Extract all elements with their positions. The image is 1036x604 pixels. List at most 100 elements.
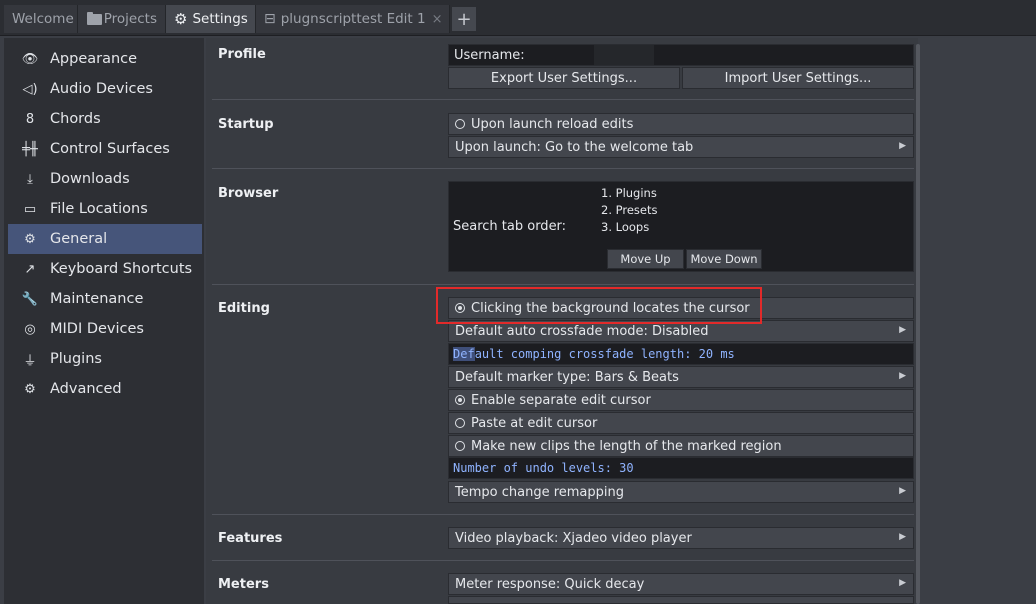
download-icon: ⤓ [27, 171, 33, 187]
sidebar-item-label: Downloads [50, 171, 130, 187]
move-up-button[interactable]: Move Up [607, 249, 684, 269]
launch-welcome-dropdown[interactable]: Upon launch: Go to the welcome tab ▶ [448, 136, 914, 158]
sidebar-item-label: Audio Devices [50, 81, 153, 97]
reload-edits-option[interactable]: Upon launch reload edits [448, 113, 914, 135]
gear-icon: ⚙ [174, 10, 188, 28]
section-label-startup: Startup [218, 117, 274, 132]
midi-icon: ◎ [24, 321, 36, 337]
marker-type-dropdown[interactable]: Default marker type: Bars & Beats ▶ [448, 366, 914, 388]
field-text: ault comping crossfade length: 20 ms [474, 347, 735, 361]
sidebar-item-label: Control Surfaces [50, 141, 170, 157]
divider [212, 514, 914, 515]
wrench-icon: 🔧 [21, 291, 39, 307]
sidebar-item-downloads[interactable]: ⤓ Downloads [8, 164, 202, 194]
sidebar-item-label: MIDI Devices [50, 321, 144, 337]
gear-icon: ⚙ [24, 231, 36, 247]
export-user-settings-button[interactable]: Export User Settings... [448, 67, 680, 89]
undo-levels-field[interactable]: Number of undo levels: 30 [448, 457, 914, 479]
chevron-right-icon: ▶ [899, 325, 906, 335]
option-label: Upon launch reload edits [471, 116, 634, 132]
sidebar-item-label: Chords [50, 111, 101, 127]
order-item[interactable]: 1. Plugins [601, 186, 657, 200]
tab-label: Settings [192, 11, 248, 27]
search-tab-order-label: Search tab order: [453, 219, 567, 234]
tempo-change-remapping-dropdown[interactable]: Tempo change remapping ▶ [448, 481, 914, 503]
option-label: Make new clips the length of the marked … [471, 438, 782, 454]
highlight-box [436, 287, 762, 324]
chevron-right-icon: ▶ [899, 578, 906, 588]
field-text: Number of undo levels: 30 [453, 461, 634, 475]
chevron-right-icon: ▶ [899, 141, 906, 151]
plug-icon: ⏚ [23, 353, 37, 369]
sidebar-item-label: Appearance [50, 51, 138, 67]
tab-welcome[interactable]: Welcome [4, 5, 78, 33]
divider [212, 284, 914, 285]
sidebar-item-label: General [50, 231, 108, 247]
divider [212, 560, 914, 561]
radio-on-icon [455, 395, 465, 405]
gear-icon: ⚙ [24, 381, 36, 397]
tab-edit[interactable]: ⊟ plugnscripttest Edit 1 × [256, 5, 450, 33]
sidebar-item-label: Advanced [50, 381, 122, 397]
sidebar-item-audio-devices[interactable]: ◁) Audio Devices [8, 74, 202, 104]
section-label-editing: Editing [218, 301, 270, 316]
option-label: Video playback: Xjadeo video player [455, 530, 692, 546]
tab-projects[interactable]: Projects [78, 5, 166, 33]
speaker-icon: ◁) [22, 81, 38, 97]
sidebar-item-keyboard-shortcuts[interactable]: ↗ Keyboard Shortcuts [8, 254, 202, 284]
tab-label: Projects [103, 11, 157, 27]
radio-off-icon [455, 119, 465, 129]
meter-response-dropdown[interactable]: Meter response: Quick decay ▶ [448, 573, 914, 595]
sidebar-item-maintenance[interactable]: 🔧 Maintenance [8, 284, 202, 314]
separate-edit-cursor-option[interactable]: Enable separate edit cursor [448, 389, 914, 411]
option-label: Upon launch: Go to the welcome tab [455, 139, 694, 155]
import-user-settings-button[interactable]: Import User Settings... [682, 67, 914, 89]
option-label: Enable separate edit cursor [471, 392, 651, 408]
folder-outline-icon: ▭ [23, 201, 37, 217]
sidebar-item-chords[interactable]: 8 Chords [8, 104, 202, 134]
section-label-profile: Profile [218, 47, 266, 62]
new-tab-button[interactable]: + [452, 7, 476, 31]
sidebar-item-plugins[interactable]: ⏚ Plugins [8, 344, 202, 374]
chevron-right-icon: ▶ [899, 486, 906, 496]
eye-icon: 👁 [21, 51, 39, 67]
section-label-browser: Browser [218, 186, 279, 201]
close-icon[interactable]: × [432, 12, 443, 27]
sidebar-item-general[interactable]: ⚙ General [8, 224, 202, 254]
sidebar-item-label: Keyboard Shortcuts [50, 261, 193, 277]
paste-at-edit-cursor-option[interactable]: Paste at edit cursor [448, 412, 914, 434]
sidebar-item-midi-devices[interactable]: ◎ MIDI Devices [8, 314, 202, 344]
username-label: Username: [454, 47, 525, 63]
order-item[interactable]: 3. Loops [601, 220, 649, 234]
tab-bar: Welcome Projects ⚙ Settings ⊟ plugnscrip… [0, 0, 1036, 36]
username-row: Username: [448, 44, 914, 66]
folder-icon [86, 11, 102, 27]
move-down-button[interactable]: Move Down [686, 249, 762, 269]
edit-window-icon: ⊟ [264, 11, 276, 27]
tab-settings[interactable]: ⚙ Settings [166, 5, 256, 33]
tab-label: Welcome [12, 11, 74, 27]
video-playback-dropdown[interactable]: Video playback: Xjadeo video player ▶ [448, 527, 914, 549]
sidebar-item-file-locations[interactable]: ▭ File Locations [8, 194, 202, 224]
username-field[interactable] [594, 45, 654, 65]
sidebar-item-control-surfaces[interactable]: ╪╫ Control Surfaces [8, 134, 202, 164]
next-meter-row[interactable] [448, 596, 914, 604]
order-item[interactable]: 2. Presets [601, 203, 657, 217]
option-label: Tempo change remapping [455, 484, 624, 500]
text-selection: Def [453, 347, 475, 361]
chevron-right-icon: ▶ [899, 532, 906, 542]
chord-icon: 8 [25, 111, 35, 127]
option-label: Default auto crossfade mode: Disabled [455, 323, 709, 339]
sidebar-item-label: File Locations [50, 201, 148, 217]
sidebar-item-advanced[interactable]: ⚙ Advanced [8, 374, 202, 404]
faders-icon: ╪╫ [22, 141, 38, 157]
chevron-right-icon: ▶ [899, 371, 906, 381]
option-label: Default marker type: Bars & Beats [455, 369, 679, 385]
radio-off-icon [455, 418, 465, 428]
option-label: Meter response: Quick decay [455, 576, 645, 592]
new-clips-marked-region-option[interactable]: Make new clips the length of the marked … [448, 435, 914, 457]
sidebar-item-appearance[interactable]: 👁 Appearance [8, 44, 202, 74]
comping-crossfade-length-field[interactable]: Def ault comping crossfade length: 20 ms [448, 343, 914, 365]
sidebar-item-label: Plugins [50, 351, 102, 367]
sidebar-item-label: Maintenance [50, 291, 144, 307]
